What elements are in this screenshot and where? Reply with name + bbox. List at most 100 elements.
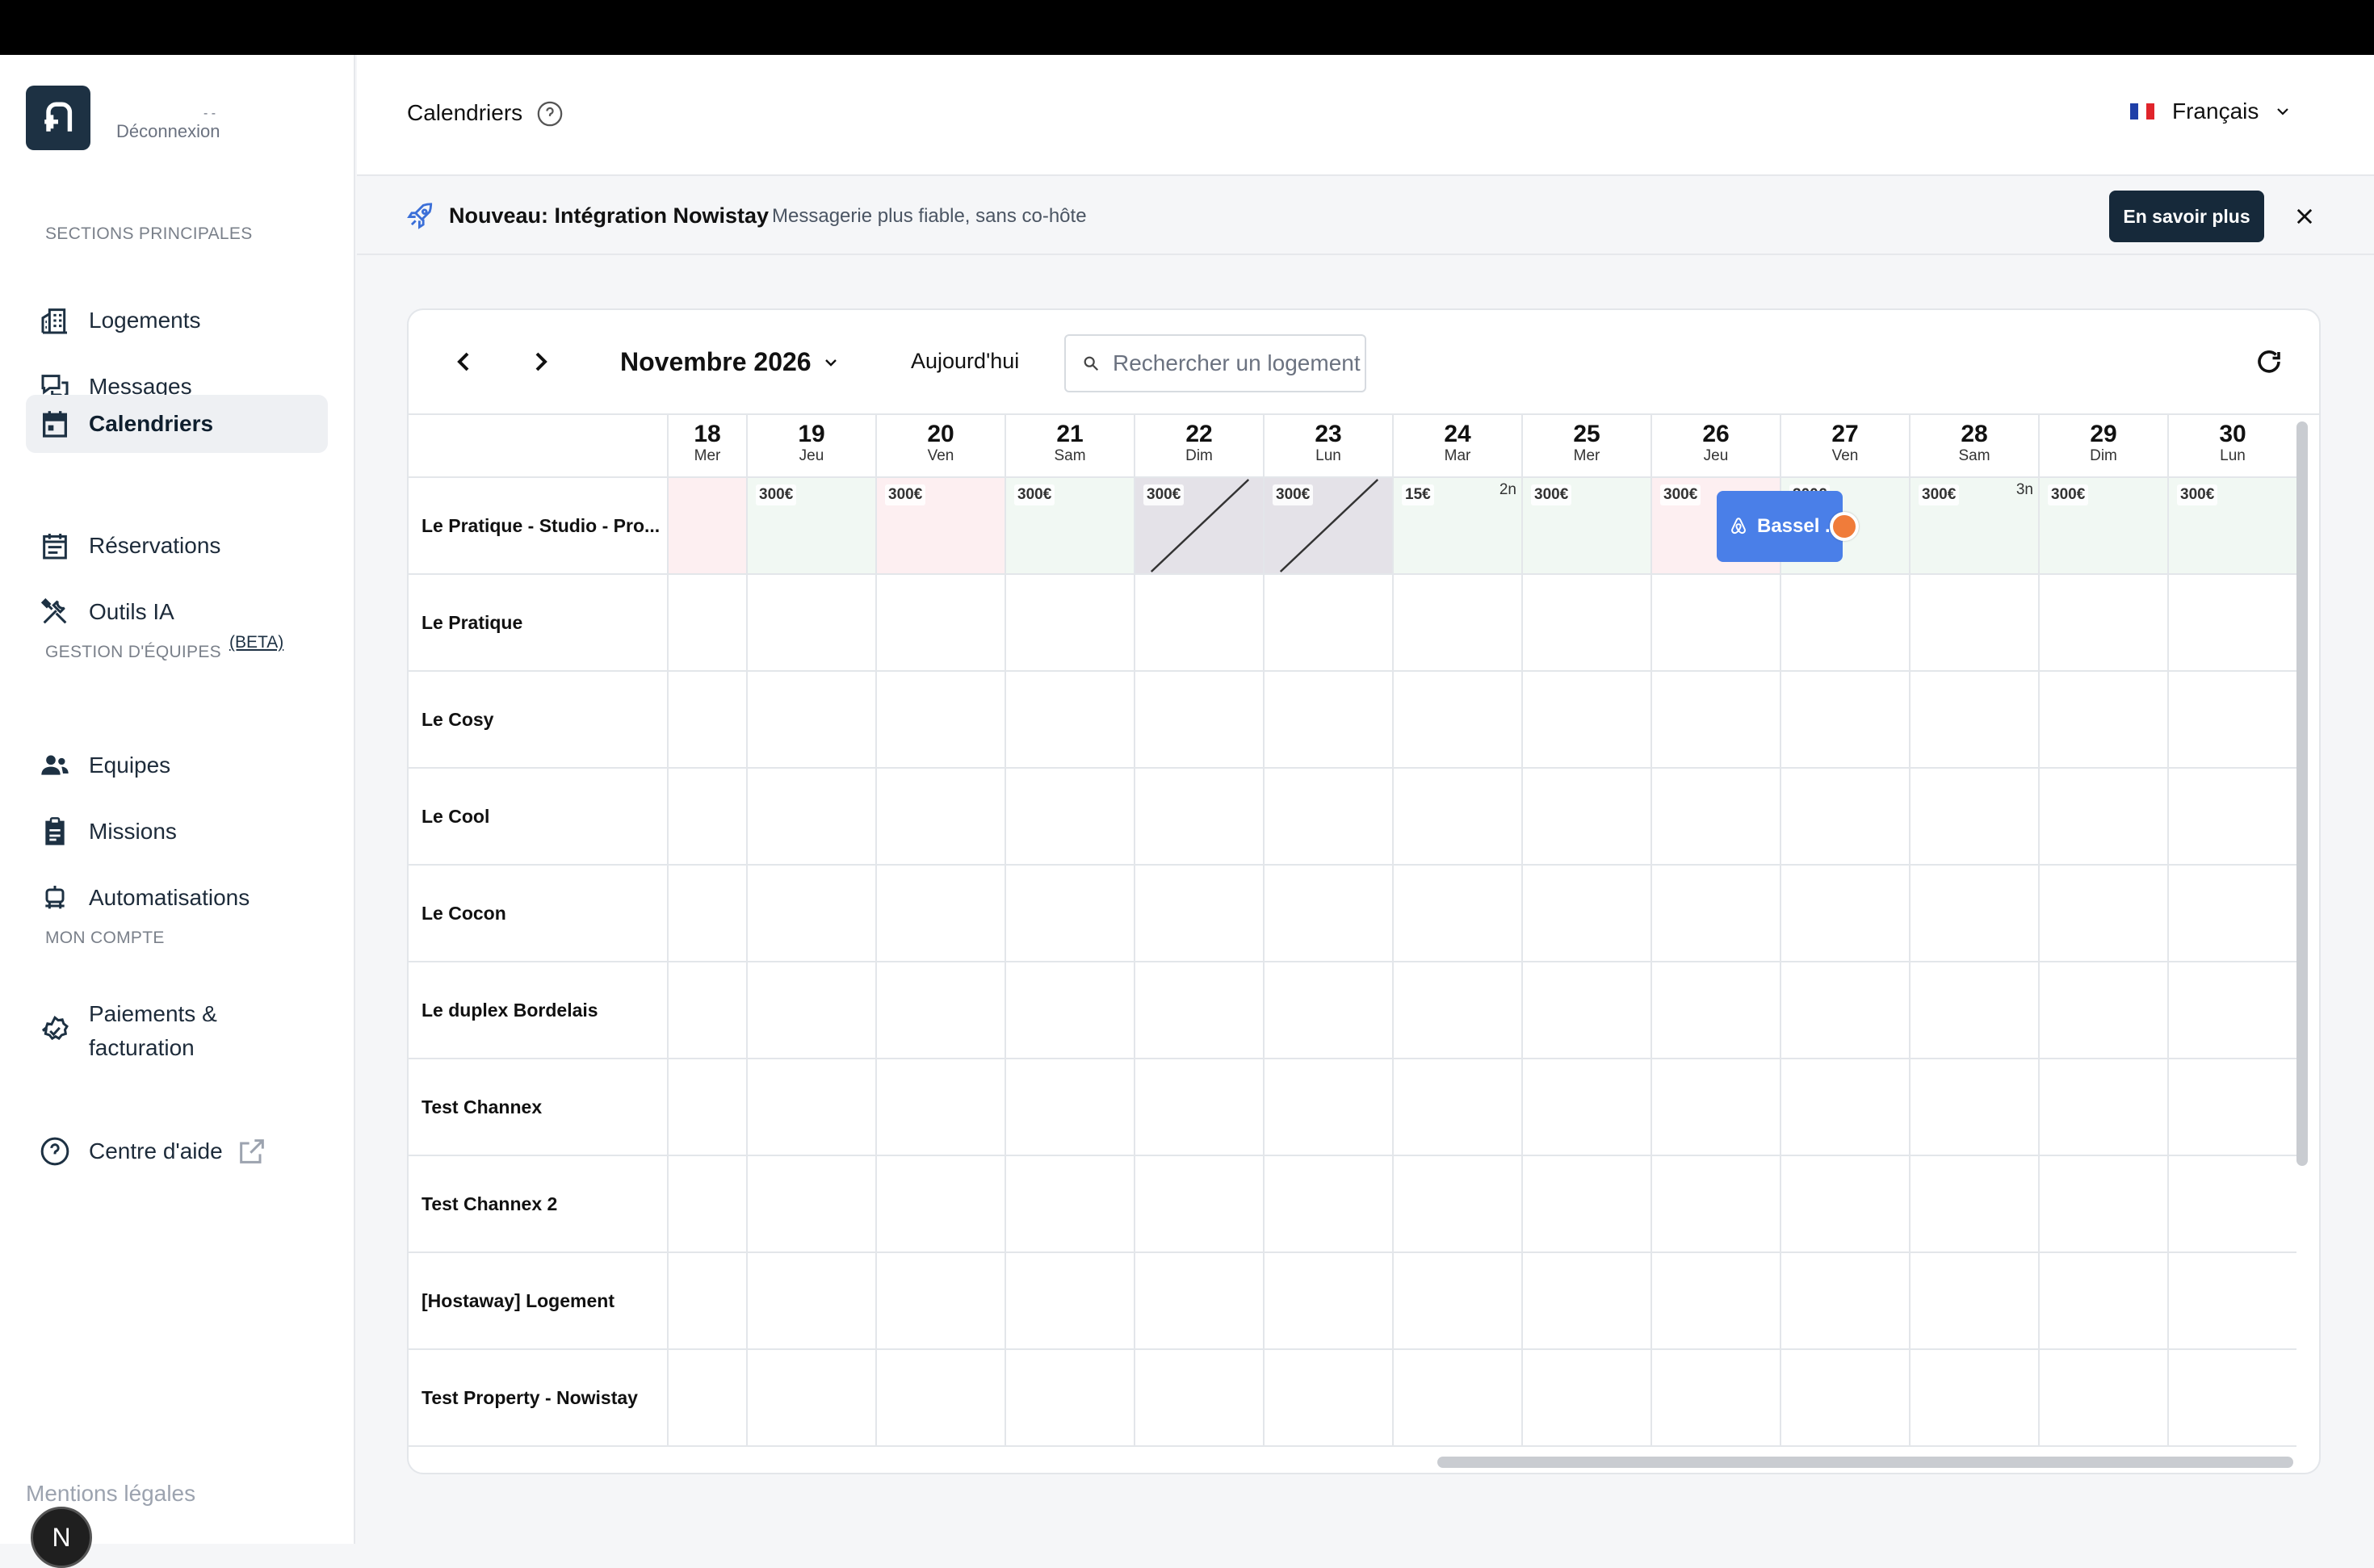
calendar-cell[interactable] <box>2038 575 2167 672</box>
calendar-cell[interactable] <box>667 672 746 769</box>
sidebar-item-equipes[interactable]: Equipes <box>26 736 328 794</box>
calendar-cell[interactable] <box>1909 866 2038 962</box>
calendar-cell[interactable] <box>1650 672 1780 769</box>
calendar-cell[interactable] <box>1263 1059 1392 1156</box>
calendar-cell[interactable] <box>2167 1059 2296 1156</box>
calendar-cell[interactable] <box>1005 575 1134 672</box>
calendar-cell[interactable] <box>1134 866 1263 962</box>
property-name[interactable]: Test Channex <box>409 1059 667 1156</box>
calendar-cell[interactable] <box>1263 866 1392 962</box>
calendar-cell[interactable] <box>1650 1059 1780 1156</box>
calendar-cell[interactable] <box>1909 1253 2038 1350</box>
calendar-cell[interactable]: 300€ <box>1005 478 1134 575</box>
sidebar-item-automatisations[interactable]: Automatisations <box>26 869 328 927</box>
sidebar-item-logements[interactable]: Logements <box>26 291 328 350</box>
calendar-cell[interactable] <box>1521 962 1650 1059</box>
calendar-cell[interactable] <box>2167 1156 2296 1253</box>
vertical-scrollbar[interactable] <box>2296 421 2308 1166</box>
calendar-cell[interactable] <box>1134 1059 1263 1156</box>
calendar-cell[interactable]: 300€ <box>1134 478 1263 575</box>
calendar-cell[interactable] <box>2167 769 2296 866</box>
calendar-cell[interactable] <box>1650 962 1780 1059</box>
legal-link[interactable]: Mentions légales <box>26 1481 195 1507</box>
calendar-cell[interactable] <box>1650 866 1780 962</box>
calendar-cell[interactable] <box>1650 769 1780 866</box>
property-name[interactable]: Le Cool <box>409 769 667 866</box>
calendar-cell[interactable]: 300€ <box>746 478 875 575</box>
help-icon[interactable] <box>536 100 564 128</box>
calendar-cell[interactable] <box>2167 672 2296 769</box>
calendar-cell[interactable] <box>1134 1350 1263 1447</box>
calendar-cell[interactable] <box>1909 962 2038 1059</box>
calendar-cell[interactable] <box>667 575 746 672</box>
calendar-cell[interactable] <box>875 1156 1005 1253</box>
calendar-cell[interactable] <box>1521 1350 1650 1447</box>
booking-bar[interactable]: Bassel ... <box>1717 491 1843 562</box>
chevron-left-icon[interactable] <box>447 346 480 378</box>
calendar-cell[interactable] <box>1521 672 1650 769</box>
calendar-cell[interactable] <box>2167 1253 2296 1350</box>
calendar-cell[interactable] <box>1263 1253 1392 1350</box>
calendar-cell[interactable] <box>875 1350 1005 1447</box>
calendar-cell[interactable] <box>1392 1253 1521 1350</box>
refresh-icon[interactable] <box>2254 347 2284 376</box>
calendar-cell[interactable] <box>1392 1059 1521 1156</box>
calendar-cell[interactable] <box>667 478 746 575</box>
property-name[interactable]: Le Cosy <box>409 672 667 769</box>
calendar-cell[interactable] <box>746 1059 875 1156</box>
calendar-cell[interactable]: 300€ <box>2038 478 2167 575</box>
calendar-cell[interactable] <box>1263 1156 1392 1253</box>
property-name[interactable]: Le Cocon <box>409 866 667 962</box>
calendar-cell[interactable] <box>875 866 1005 962</box>
calendar-cell[interactable] <box>1263 1350 1392 1447</box>
calendar-cell[interactable] <box>1521 1156 1650 1253</box>
calendar-cell[interactable] <box>1134 1156 1263 1253</box>
calendar-cell[interactable] <box>2038 1350 2167 1447</box>
calendar-cell[interactable] <box>1780 672 1909 769</box>
property-name[interactable]: Test Channex 2 <box>409 1156 667 1253</box>
calendar-cell[interactable] <box>667 1350 746 1447</box>
calendar-cell[interactable] <box>2167 1350 2296 1447</box>
calendar-cell[interactable] <box>1650 1350 1780 1447</box>
calendar-cell[interactable] <box>1392 1350 1521 1447</box>
calendar-cell[interactable] <box>1005 866 1134 962</box>
chevron-right-icon[interactable] <box>525 346 557 378</box>
calendar-cell[interactable] <box>1909 672 2038 769</box>
calendar-cell[interactable] <box>667 1253 746 1350</box>
calendar-cell[interactable] <box>1392 1156 1521 1253</box>
calendar-cell[interactable] <box>1521 1059 1650 1156</box>
calendar-cell[interactable] <box>1650 1156 1780 1253</box>
calendar-cell[interactable] <box>1134 575 1263 672</box>
calendar-cell[interactable] <box>746 1253 875 1350</box>
search-input[interactable] <box>1113 350 1363 376</box>
calendar-cell[interactable] <box>875 672 1005 769</box>
calendar-cell[interactable] <box>1780 866 1909 962</box>
calendar-cell[interactable] <box>875 962 1005 1059</box>
calendar-cell[interactable]: 15€ 2n <box>1392 478 1521 575</box>
calendar-cell[interactable] <box>1392 866 1521 962</box>
calendar-cell[interactable] <box>1134 769 1263 866</box>
app-logo[interactable] <box>26 86 90 150</box>
sidebar-item-reservations[interactable]: Réservations <box>26 517 328 575</box>
calendar-cell[interactable] <box>2167 575 2296 672</box>
calendar-cell[interactable] <box>746 962 875 1059</box>
sidebar-item-paiements[interactable]: Paiements & facturation <box>26 995 328 1067</box>
calendar-cell[interactable] <box>746 672 875 769</box>
calendar-cell[interactable] <box>1392 575 1521 672</box>
calendar-cell[interactable] <box>1521 1253 1650 1350</box>
calendar-cell[interactable] <box>1134 672 1263 769</box>
search-field[interactable] <box>1064 334 1366 392</box>
calendar-cell[interactable] <box>667 769 746 866</box>
calendar-cell[interactable]: 300€ <box>2167 478 2296 575</box>
calendar-cell[interactable] <box>1263 962 1392 1059</box>
property-name[interactable]: Test Property - Nowistay <box>409 1350 667 1447</box>
calendar-cell[interactable] <box>2038 866 2167 962</box>
calendar-cell[interactable] <box>1909 1350 2038 1447</box>
calendar-cell[interactable] <box>746 866 875 962</box>
calendar-cell[interactable] <box>2167 866 2296 962</box>
calendar-cell[interactable] <box>667 1156 746 1253</box>
calendar-cell[interactable] <box>1909 1059 2038 1156</box>
sidebar-item-calendriers[interactable]: Calendriers <box>26 395 328 453</box>
close-icon[interactable] <box>2293 205 2316 228</box>
calendar-cell[interactable] <box>1134 962 1263 1059</box>
